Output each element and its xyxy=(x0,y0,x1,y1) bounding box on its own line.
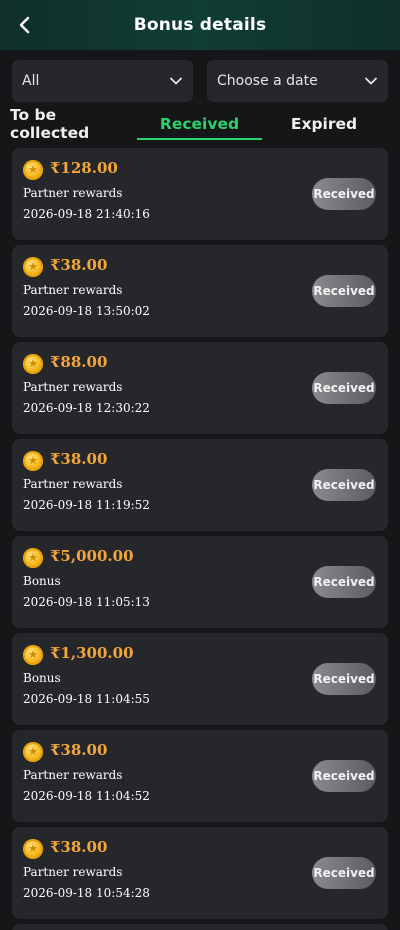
bonus-time: 2026-09-18 21:40:16 xyxy=(23,207,150,221)
bonus-record-card: ₹88.00 Partner rewards 2026-09-18 12:30:… xyxy=(12,342,388,434)
status-badge: Received xyxy=(312,760,376,792)
bonus-type: Partner rewards xyxy=(23,283,123,297)
bonus-type: Partner rewards xyxy=(23,865,123,879)
status-badge: Received xyxy=(312,857,376,889)
active-tab-indicator xyxy=(137,138,262,140)
date-filter-value: Choose a date xyxy=(217,73,318,89)
bonus-record-card: ₹5,000.00 Bonus 2026-09-18 11:05:13 Rece… xyxy=(12,536,388,628)
coin-icon xyxy=(23,354,43,374)
bonus-time: 2026-09-18 11:05:13 xyxy=(23,595,150,609)
bonus-time: 2026-09-18 11:19:52 xyxy=(23,498,150,512)
bonus-record-card: ₹128.00 Partner rewards 2026-09-18 21:40… xyxy=(12,148,388,240)
tab-expired[interactable]: Expired xyxy=(262,108,386,140)
coin-icon xyxy=(23,645,43,665)
bonus-type: Bonus xyxy=(23,574,61,588)
bonus-amount: ₹5,000.00 xyxy=(50,547,134,565)
bonus-record-card-partial xyxy=(12,924,388,930)
page-title: Bonus details xyxy=(133,15,267,35)
coin-icon xyxy=(23,160,43,180)
status-badge: Received xyxy=(312,663,376,695)
coin-icon xyxy=(23,742,43,762)
chevron-left-icon xyxy=(19,16,30,34)
bonus-amount: ₹1,300.00 xyxy=(50,644,134,662)
status-badge: Received xyxy=(312,275,376,307)
filter-bar: All Choose a date xyxy=(12,60,388,102)
bonus-record-card: ₹1,300.00 Bonus 2026-09-18 11:04:55 Rece… xyxy=(12,633,388,725)
bonus-record-card: ₹38.00 Partner rewards 2026-09-18 11:04:… xyxy=(12,730,388,822)
app-header: Bonus details xyxy=(0,0,400,50)
bonus-time: 2026-09-18 13:50:02 xyxy=(23,304,150,318)
status-badge: Received xyxy=(312,372,376,404)
bonus-time: 2026-09-18 10:54:28 xyxy=(23,886,150,900)
bonus-amount: ₹38.00 xyxy=(50,741,108,759)
bonus-record-card: ₹38.00 Partner rewards 2026-09-18 11:19:… xyxy=(12,439,388,531)
bonus-type: Partner rewards xyxy=(23,768,123,782)
bonus-type: Partner rewards xyxy=(23,477,123,491)
bonus-time: 2026-09-18 11:04:52 xyxy=(23,789,150,803)
tab-bar: To be collected Received Expired xyxy=(0,106,400,142)
bonus-amount: ₹38.00 xyxy=(50,838,108,856)
bonus-amount: ₹128.00 xyxy=(50,159,118,177)
bonus-type: Bonus xyxy=(23,671,61,685)
chevron-down-icon xyxy=(365,77,377,85)
back-button[interactable] xyxy=(14,14,36,36)
tab-received[interactable]: Received xyxy=(137,108,262,140)
type-filter-value: All xyxy=(22,73,40,89)
bonus-time: 2026-09-18 12:30:22 xyxy=(23,401,150,415)
bonus-amount: ₹88.00 xyxy=(50,353,108,371)
bonus-type: Partner rewards xyxy=(23,380,123,394)
status-badge: Received xyxy=(312,178,376,210)
type-filter-select[interactable]: All xyxy=(12,60,193,102)
coin-icon xyxy=(23,451,43,471)
bonus-type: Partner rewards xyxy=(23,186,123,200)
date-filter-select[interactable]: Choose a date xyxy=(207,60,388,102)
bonus-time: 2026-09-18 11:04:55 xyxy=(23,692,150,706)
coin-icon xyxy=(23,257,43,277)
tab-to-be-collected[interactable]: To be collected xyxy=(10,106,138,142)
chevron-down-icon xyxy=(170,77,182,85)
status-badge: Received xyxy=(312,469,376,501)
coin-icon xyxy=(23,548,43,568)
status-badge: Received xyxy=(312,566,376,598)
bonus-record-card: ₹38.00 Partner rewards 2026-09-18 10:54:… xyxy=(12,827,388,919)
bonus-amount: ₹38.00 xyxy=(50,450,108,468)
bonus-amount: ₹38.00 xyxy=(50,256,108,274)
coin-icon xyxy=(23,839,43,859)
bonus-record-card: ₹38.00 Partner rewards 2026-09-18 13:50:… xyxy=(12,245,388,337)
